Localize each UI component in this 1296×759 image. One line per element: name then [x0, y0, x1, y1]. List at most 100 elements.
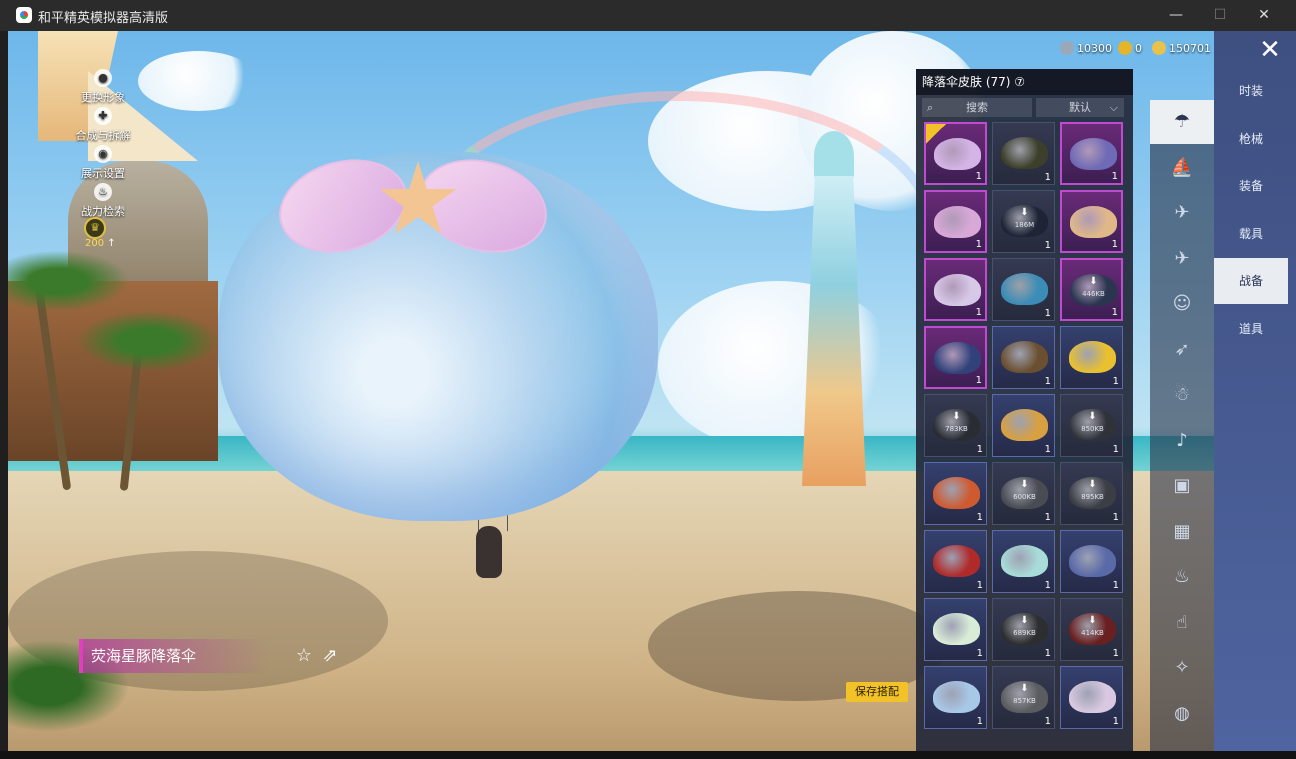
download-size: 414KB — [1081, 629, 1104, 637]
token-coin-icon — [1118, 41, 1132, 55]
download-icon: ⬇ — [1089, 276, 1098, 287]
skin-cell[interactable]: 1 — [924, 122, 987, 185]
left-menu-display[interactable]: ◉ 展示设置 — [74, 145, 132, 181]
parachute-thumbnail-icon — [933, 477, 980, 509]
minimize-button[interactable]: — — [1154, 0, 1198, 31]
skin-cell[interactable]: ⬇ 446KB 1 — [1060, 258, 1123, 321]
item-quantity: 1 — [1044, 648, 1051, 659]
silver-coin-icon — [1060, 41, 1074, 55]
item-quantity: 1 — [1112, 376, 1119, 387]
skin-cell[interactable]: ⬇ 600KB 1 — [992, 462, 1055, 525]
hand-icon[interactable]: ☝ — [1150, 601, 1214, 645]
item-quantity: 1 — [976, 716, 983, 727]
download-icon: ⬇ — [1088, 411, 1097, 422]
skin-cell[interactable]: 1 — [1060, 122, 1123, 185]
left-menu-merge[interactable]: ✚ 合成与拆解 — [74, 107, 132, 143]
rank-badge-value: 200 ↑ — [85, 238, 116, 249]
equipped-check-icon — [926, 124, 946, 144]
plane-icon[interactable]: ✈ — [1150, 237, 1214, 281]
parachute-thumbnail-icon — [933, 545, 980, 577]
item-quantity: 1 — [1044, 240, 1051, 251]
game-viewport: ● 更换形象 ✚ 合成与拆解 ◉ 展示设置 ♨ 战力检索 ♛ 200 ↑ 103… — [8, 31, 1214, 751]
eye-icon: ◉ — [94, 145, 112, 163]
pet-icon[interactable]: ▣ — [1150, 464, 1214, 508]
item-quantity: 1 — [1112, 512, 1119, 523]
parachute-thumbnail-icon — [933, 681, 980, 713]
skin-cell[interactable]: 1 — [924, 190, 987, 253]
sort-dropdown[interactable]: 默认 ⌵ — [1036, 98, 1124, 117]
skin-cell[interactable]: 1 — [924, 258, 987, 321]
extinguisher-icon[interactable]: ♨ — [1150, 555, 1214, 599]
category-tab[interactable]: 枪械 — [1214, 116, 1288, 162]
rank-badge-icon[interactable]: ♛ — [84, 217, 106, 239]
category-tab[interactable]: 战备 — [1214, 258, 1288, 304]
gallery-icon[interactable]: ▦ — [1150, 510, 1214, 554]
skin-cell[interactable]: 1 — [1060, 326, 1123, 389]
left-menu-change-avatar[interactable]: ● 更换形象 — [74, 69, 132, 105]
download-icon: ⬇ — [1020, 683, 1029, 694]
parachute-thumbnail-icon — [934, 342, 981, 374]
skin-cell[interactable]: ⬇ 895KB 1 — [1060, 462, 1123, 525]
share-icon[interactable]: ⇗ — [318, 645, 342, 667]
skin-cell[interactable]: ⬇ 689KB 1 — [992, 598, 1055, 661]
skin-grid: 1 1 1 1 ⬇ 186M 1 1 1 1 ⬇ 446KB 1 1 1 1 ⬇ 783KB 1 1 ⬇ 850KB 1 1 ⬇… — [924, 122, 1128, 751]
category-tab[interactable]: 道具 — [1214, 306, 1288, 352]
bottom-bar — [0, 751, 1296, 759]
parachute-thumbnail-icon — [1069, 341, 1116, 373]
ufo-icon[interactable]: ◍ — [1150, 692, 1214, 736]
parachute-thumbnail-icon — [1001, 409, 1048, 441]
skin-cell[interactable]: 1 — [924, 326, 987, 389]
favorite-star-icon[interactable]: ☆ — [292, 645, 316, 667]
mascot-icon[interactable]: ☃ — [1150, 373, 1214, 417]
download-size: 850KB — [1081, 425, 1104, 433]
skin-cell[interactable]: ⬇ 850KB 1 — [1060, 394, 1123, 457]
save-outfit-button[interactable]: 保存搭配 — [846, 682, 908, 702]
skin-cell[interactable]: 1 — [1060, 666, 1123, 729]
close-icon[interactable]: ✕ — [1256, 36, 1284, 64]
glider-icon[interactable]: ⛵ — [1150, 146, 1214, 190]
skin-cell[interactable]: 1 — [992, 394, 1055, 457]
search-input[interactable]: ⌕ 搜索 — [922, 98, 1032, 117]
download-size: 857KB — [1013, 697, 1036, 705]
skin-cell[interactable]: 1 — [992, 122, 1055, 185]
item-quantity: 1 — [1044, 580, 1051, 591]
category-tab[interactable]: 装备 — [1214, 163, 1288, 209]
item-quantity: 1 — [1044, 172, 1051, 183]
skin-cell[interactable]: 1 — [992, 258, 1055, 321]
skin-cell[interactable]: ⬇ 414KB 1 — [1060, 598, 1123, 661]
drone-icon[interactable]: ✈ — [1150, 191, 1214, 235]
skin-cell[interactable]: 1 — [992, 530, 1055, 593]
parachute-icon[interactable]: ☂ — [1150, 100, 1214, 144]
chevron-down-icon: ⌵ — [1109, 101, 1118, 114]
item-quantity: 1 — [1044, 716, 1051, 727]
skin-cell[interactable]: 1 — [924, 462, 987, 525]
emote-icon[interactable]: ☺ — [1150, 282, 1214, 326]
download-icon: ⬇ — [952, 411, 961, 422]
skin-cell[interactable]: 1 — [924, 666, 987, 729]
left-menu-power[interactable]: ♨ 战力检索 — [74, 183, 132, 219]
parachute-thumbnail-icon — [1069, 681, 1116, 713]
jet-icon[interactable]: ➶ — [1150, 328, 1214, 372]
item-name: 荧海星豚降落伞 — [79, 639, 269, 673]
skin-cell[interactable]: 1 — [1060, 190, 1123, 253]
skin-cell[interactable]: 1 — [924, 530, 987, 593]
skin-cell[interactable]: ⬇ 857KB 1 — [992, 666, 1055, 729]
download-icon: ⬇ — [1020, 479, 1029, 490]
skin-cell[interactable]: 1 — [992, 326, 1055, 389]
skin-cell[interactable]: ⬇ 186M 1 — [992, 190, 1055, 253]
skin-cell[interactable]: ⬇ 783KB 1 — [924, 394, 987, 457]
category-tab[interactable]: 时装 — [1214, 68, 1288, 114]
item-quantity: 1 — [1044, 512, 1051, 523]
item-quantity: 1 — [976, 648, 983, 659]
maximize-button[interactable]: ☐ — [1198, 0, 1242, 31]
item-quantity: 1 — [1044, 308, 1051, 319]
close-window-button[interactable]: ✕ — [1242, 0, 1286, 31]
parachute-thumbnail-icon — [1069, 545, 1116, 577]
skin-cell[interactable]: 1 — [1060, 530, 1123, 593]
sound-icon[interactable]: ♪ — [1150, 419, 1214, 463]
wand-icon[interactable]: ✧ — [1150, 646, 1214, 690]
parachute-thumbnail-icon — [1001, 545, 1048, 577]
player-character — [476, 526, 502, 578]
category-tab[interactable]: 载具 — [1214, 211, 1288, 257]
skin-cell[interactable]: 1 — [924, 598, 987, 661]
